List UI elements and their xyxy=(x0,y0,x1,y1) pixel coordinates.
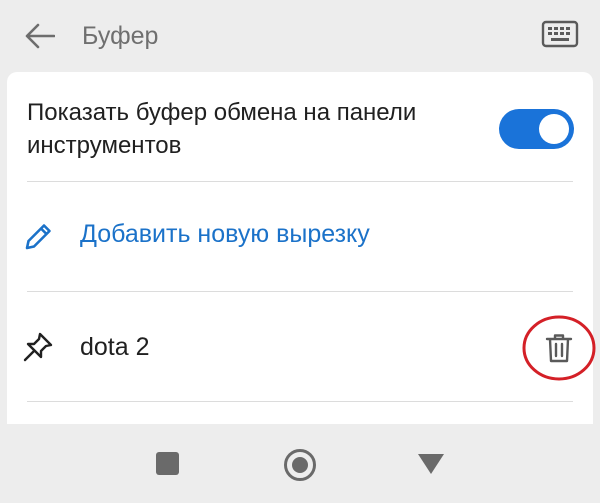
back-button[interactable] xyxy=(20,16,60,56)
home-button[interactable] xyxy=(283,448,317,482)
trash-icon xyxy=(545,334,573,363)
arrow-left-icon xyxy=(25,23,55,49)
add-clip-row[interactable]: Добавить новую вырезку xyxy=(7,182,593,292)
switch-knob xyxy=(539,114,569,144)
pencil-icon xyxy=(25,224,51,250)
recent-apps-button[interactable] xyxy=(156,452,179,475)
divider xyxy=(27,401,573,402)
clip-text: dota 2 xyxy=(80,333,150,361)
keyboard-icon xyxy=(541,20,579,48)
clipboard-settings-card: Показать буфер обмена на панели инструме… xyxy=(7,72,593,424)
back-nav-button[interactable] xyxy=(416,452,446,476)
show-clipboard-toolbar-row[interactable]: Показать буфер обмена на панели инструме… xyxy=(7,72,593,182)
show-clipboard-toolbar-switch[interactable] xyxy=(499,109,574,149)
page-title: Буфер xyxy=(82,22,159,50)
system-navigation-bar xyxy=(0,424,600,503)
add-clip-label: Добавить новую вырезку xyxy=(80,220,370,248)
keyboard-button[interactable] xyxy=(536,14,584,54)
delete-clip-button[interactable] xyxy=(537,326,581,370)
show-clipboard-toolbar-label: Показать буфер обмена на панели инструме… xyxy=(27,99,417,159)
app-header: Буфер xyxy=(0,0,600,72)
clip-item[interactable]: dota 2 xyxy=(7,292,593,402)
pin-icon[interactable] xyxy=(21,330,55,364)
